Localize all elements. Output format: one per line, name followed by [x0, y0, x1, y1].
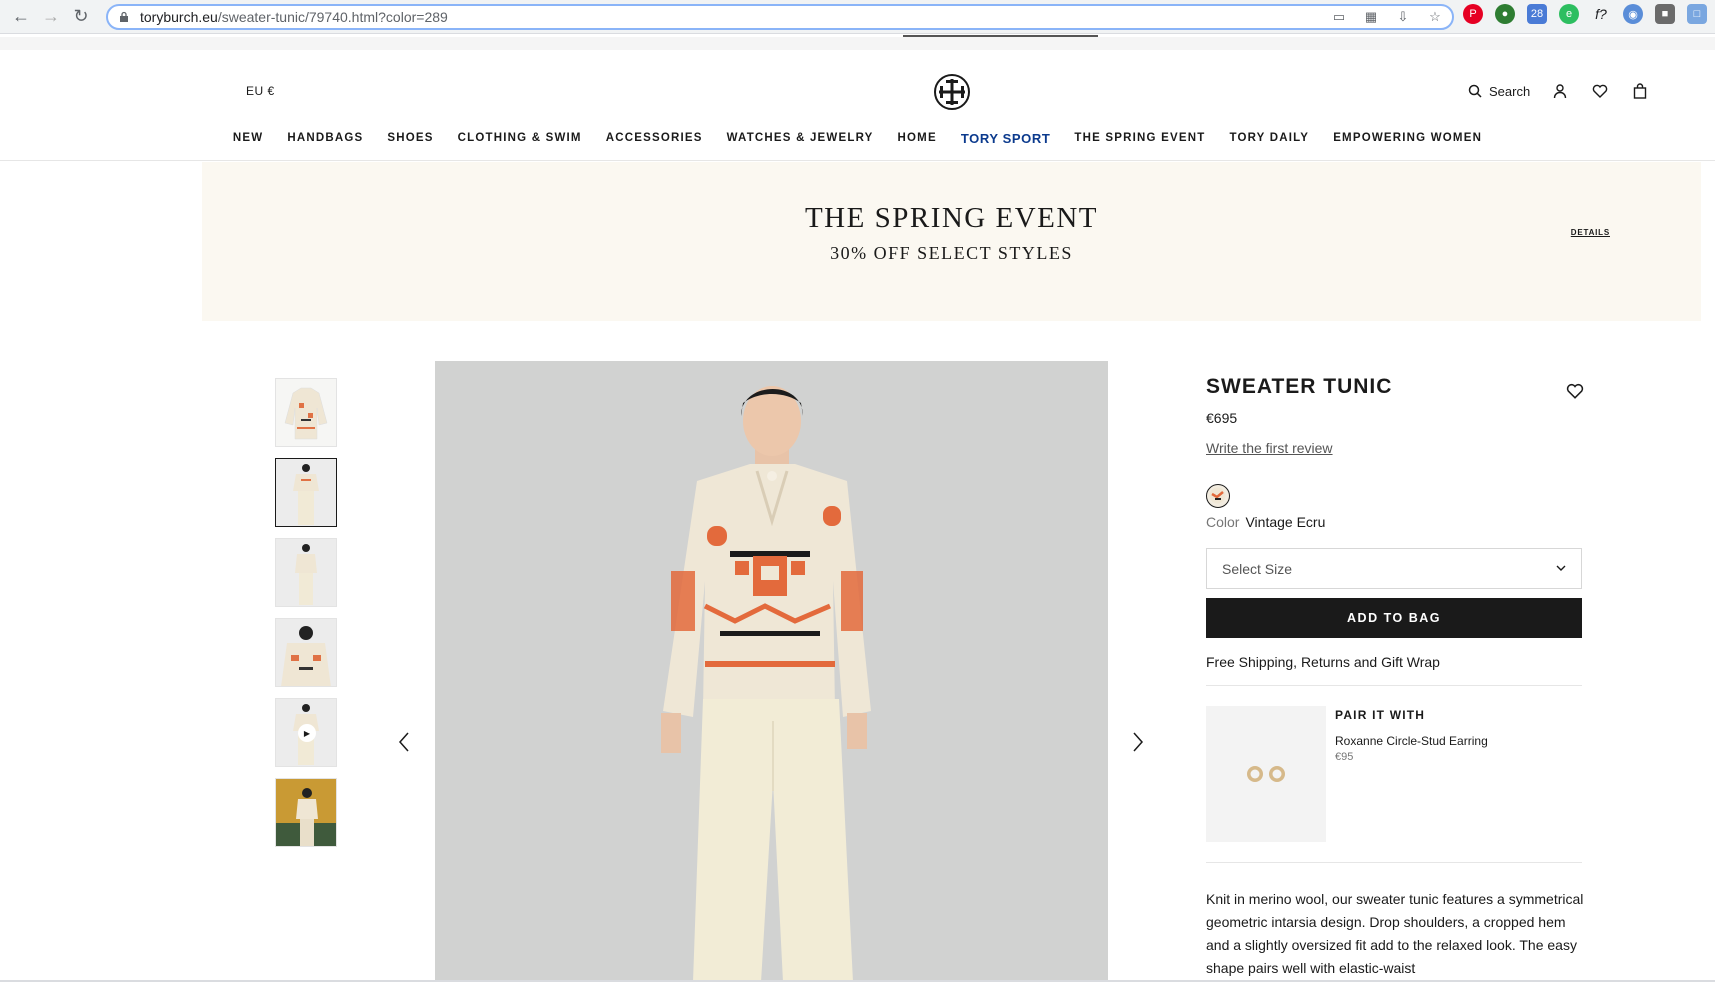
reload-icon[interactable]: ↻ — [66, 2, 96, 32]
audio-extension-icon[interactable]: ● — [1495, 4, 1515, 24]
divider — [1206, 862, 1582, 863]
nav-tory-sport[interactable]: TORY SPORT — [961, 131, 1051, 146]
divider — [1206, 685, 1582, 686]
nav-watches-jewelry[interactable]: WATCHES & JEWELRY — [727, 132, 874, 146]
play-icon: ▶ — [298, 724, 316, 742]
url-path: /sweater-tunic/79740.html?color=289 — [217, 9, 448, 25]
nav-clothing-swim[interactable]: CLOTHING & SWIM — [458, 132, 582, 146]
thumbnail-6[interactable] — [275, 778, 337, 847]
promo-subtitle: 30% OFF SELECT STYLES — [830, 243, 1073, 263]
lifestyle-image — [276, 779, 336, 846]
color-label: Color — [1206, 514, 1240, 530]
back-icon[interactable]: ← — [6, 2, 36, 32]
thumbnail-5-video[interactable]: ▶ — [275, 698, 337, 767]
product-price: €695 — [1206, 410, 1238, 426]
profile-extension-icon[interactable]: □ — [1687, 4, 1707, 24]
model-front-image — [293, 464, 319, 525]
next-image-arrow[interactable] — [1128, 730, 1146, 754]
puzzle-extension-icon[interactable]: ■ — [1655, 4, 1675, 24]
bookmark-star-icon[interactable]: ☆ — [1426, 8, 1444, 26]
size-select-placeholder: Select Size — [1222, 560, 1293, 577]
nav-shoes[interactable]: SHOES — [387, 132, 433, 146]
color-value: Vintage Ecru — [1245, 514, 1326, 530]
shipping-info: Free Shipping, Returns and Gift Wrap — [1206, 654, 1440, 670]
nav-spring-event[interactable]: THE SPRING EVENT — [1074, 132, 1205, 146]
model-back-image — [295, 544, 317, 605]
nav-home[interactable]: HOME — [898, 132, 937, 146]
color-info: Color Vintage Ecru — [1206, 514, 1325, 530]
thumbnail-gallery: ▶ — [275, 378, 337, 858]
brand-logo[interactable] — [933, 73, 971, 111]
previous-image-arrow[interactable] — [396, 730, 414, 754]
promo-details-link[interactable]: DETAILS — [1571, 228, 1610, 237]
thumbnail-2[interactable] — [275, 458, 337, 527]
pair-product-price: €95 — [1335, 751, 1354, 763]
qr-icon[interactable]: ▦ — [1362, 8, 1380, 26]
shopping-bag-icon[interactable] — [1632, 83, 1648, 99]
header-divider — [0, 160, 1715, 161]
write-review-link[interactable]: Write the first review — [1206, 440, 1333, 456]
product-description: Knit in merino wool, our sweater tunic f… — [1206, 891, 1584, 976]
nav-tory-daily[interactable]: TORY DAILY — [1229, 132, 1309, 146]
search-label: Search — [1489, 83, 1531, 99]
swatch-pattern-icon — [1209, 487, 1226, 504]
pair-it-with-heading: PAIR IT WITH — [1335, 708, 1426, 722]
color-swatch-vintage-ecru[interactable] — [1206, 484, 1230, 508]
promo-title: THE SPRING EVENT — [804, 202, 1099, 234]
top-strip — [0, 37, 1715, 50]
address-bar[interactable]: toryburch.eu/sweater-tunic/79740.html?co… — [106, 4, 1454, 30]
url-host: toryburch.eu — [140, 9, 218, 25]
thumbnail-1[interactable] — [275, 378, 337, 447]
search-button[interactable]: Search — [1468, 84, 1530, 99]
install-icon[interactable]: ⇩ — [1394, 8, 1412, 26]
promo-banner[interactable]: THE SPRING EVENT 30% OFF SELECT STYLES D… — [202, 162, 1701, 321]
search-icon — [1468, 84, 1482, 98]
size-select[interactable]: Select Size — [1206, 548, 1582, 589]
add-to-wishlist-icon[interactable] — [1566, 382, 1584, 400]
pair-product-name[interactable]: Roxanne Circle-Stud Earring — [1335, 734, 1488, 748]
main-navigation: NEW HANDBAGS SHOES CLOTHING & SWIM ACCES… — [0, 131, 1715, 146]
sweater-flat-image — [284, 387, 328, 440]
model-wearing-sweater-image — [435, 361, 1108, 982]
font-extension-icon[interactable]: f? — [1591, 4, 1611, 24]
extensions: P ● 28 e f? ◉ ■ □ — [1463, 4, 1707, 24]
header-actions: Search — [1468, 83, 1672, 99]
pair-product-image[interactable] — [1206, 706, 1326, 842]
nav-handbags[interactable]: HANDBAGS — [287, 132, 363, 146]
wishlist-icon[interactable] — [1592, 83, 1608, 99]
cast-icon[interactable]: ▭ — [1330, 8, 1348, 26]
earring-image — [1247, 766, 1285, 782]
nav-new[interactable]: NEW — [233, 132, 263, 146]
thumbnail-3[interactable] — [275, 538, 337, 607]
lock-icon — [120, 11, 128, 22]
product-title: SWEATER TUNIC — [1206, 375, 1393, 398]
main-product-image[interactable] — [435, 361, 1108, 982]
vpn-extension-icon[interactable]: ◉ — [1623, 4, 1643, 24]
nav-accessories[interactable]: ACCESSORIES — [606, 132, 703, 146]
add-to-bag-button[interactable]: ADD TO BAG — [1206, 598, 1582, 638]
account-icon[interactable] — [1552, 83, 1568, 99]
calendar-extension-icon[interactable]: 28 — [1527, 4, 1547, 24]
forward-icon[interactable]: → — [36, 2, 66, 32]
evernote-icon[interactable]: e — [1559, 4, 1579, 24]
thumbnail-4[interactable] — [275, 618, 337, 687]
chevron-down-icon — [1556, 565, 1566, 571]
locale-selector[interactable]: EU € — [246, 84, 275, 98]
nav-empowering-women[interactable]: EMPOWERING WOMEN — [1333, 132, 1482, 146]
pinterest-icon[interactable]: P — [1463, 4, 1483, 24]
model-closeup-image — [281, 626, 331, 686]
